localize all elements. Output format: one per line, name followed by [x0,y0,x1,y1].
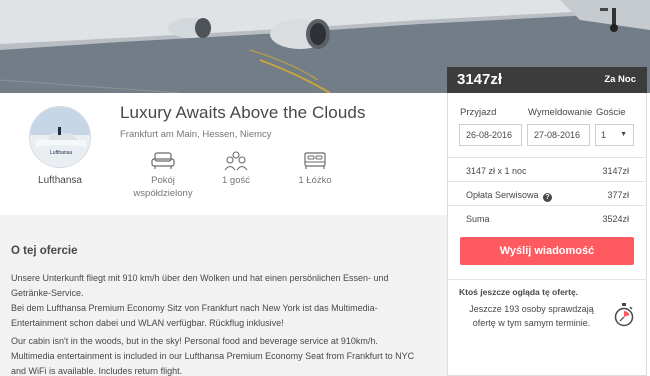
listing-title: Luxury Awaits Above the Clouds [120,103,366,122]
price-row-label: 3147 zł x 1 noc [466,166,527,176]
price-row-value: 377zł [607,190,629,200]
amenity-beds: 1 Łóżko [275,150,355,188]
info-icon[interactable]: ? [543,193,553,202]
divider [447,279,647,280]
checkout-input[interactable]: 27-08-2016 [527,124,590,146]
checkout-label: Wymeldowanie [528,107,593,118]
amenity-guests: 1 gość [196,150,276,188]
amenity-label: 1 Łóżko [298,175,332,186]
bed-icon [304,152,326,169]
amenity-label: 1 gość [222,175,250,186]
listing-header: Lufthansa Lufthansa Luxury Awaits Above … [0,93,447,215]
watching-text: Jeszcze 193 osoby sprawdzają ofertę w ty… [469,304,594,328]
checkin-label: Przyjazd [460,107,497,118]
price-row-value: 3524zł [602,214,629,224]
send-message-button[interactable]: Wyślij wiadomość [460,237,634,265]
host-name[interactable]: Lufthansa [16,175,104,186]
price-row-total: Suma 3524zł [447,205,647,231]
about-section: O tej ofercie Unsere Unterkunft fliegt m… [0,215,447,376]
about-title: O tej ofercie [11,245,78,257]
watching-title: Ktoś jeszcze ogląda tę ofertę. [459,287,579,297]
price-bar: 3147zł Za Noc [447,67,647,93]
price-row-value: 3147zł [602,166,629,176]
about-paragraph-en: Our cabin isn't in the woods, but in the… [11,336,415,376]
stopwatch-icon [614,303,634,327]
guests-select[interactable]: 1 ▼ [595,124,634,146]
checkin-input[interactable]: 26-08-2016 [459,124,522,146]
listing-location[interactable]: Frankfurt am Main, Hessen, Niemcy [120,129,272,140]
about-paragraph-de: Unsere Unterkunft fliegt mit 910 km/h üb… [11,273,389,328]
price-period: Za Noc [604,74,636,85]
svg-text:Lufthansa: Lufthansa [50,150,72,156]
sofa-icon [151,152,175,169]
price-row-nights: 3147 zł x 1 noc 3147zł [447,157,647,183]
amenity-room-type: Pokój współdzielony [123,150,203,201]
amenity-label: Pokój współdzielony [133,175,193,199]
guests-select-value: 1 [601,130,607,140]
price-row-service-fee: Opłata Serwisowa ? 377zł [447,181,647,207]
nightly-price: 3147zł [457,71,503,88]
guests-icon [224,151,248,171]
host-avatar[interactable]: Lufthansa [29,106,91,168]
price-row-label: Suma [466,214,490,224]
chevron-down-icon: ▼ [620,131,627,138]
guests-label: Goście [596,107,626,118]
price-row-label: Opłata Serwisowa ? [466,190,553,202]
